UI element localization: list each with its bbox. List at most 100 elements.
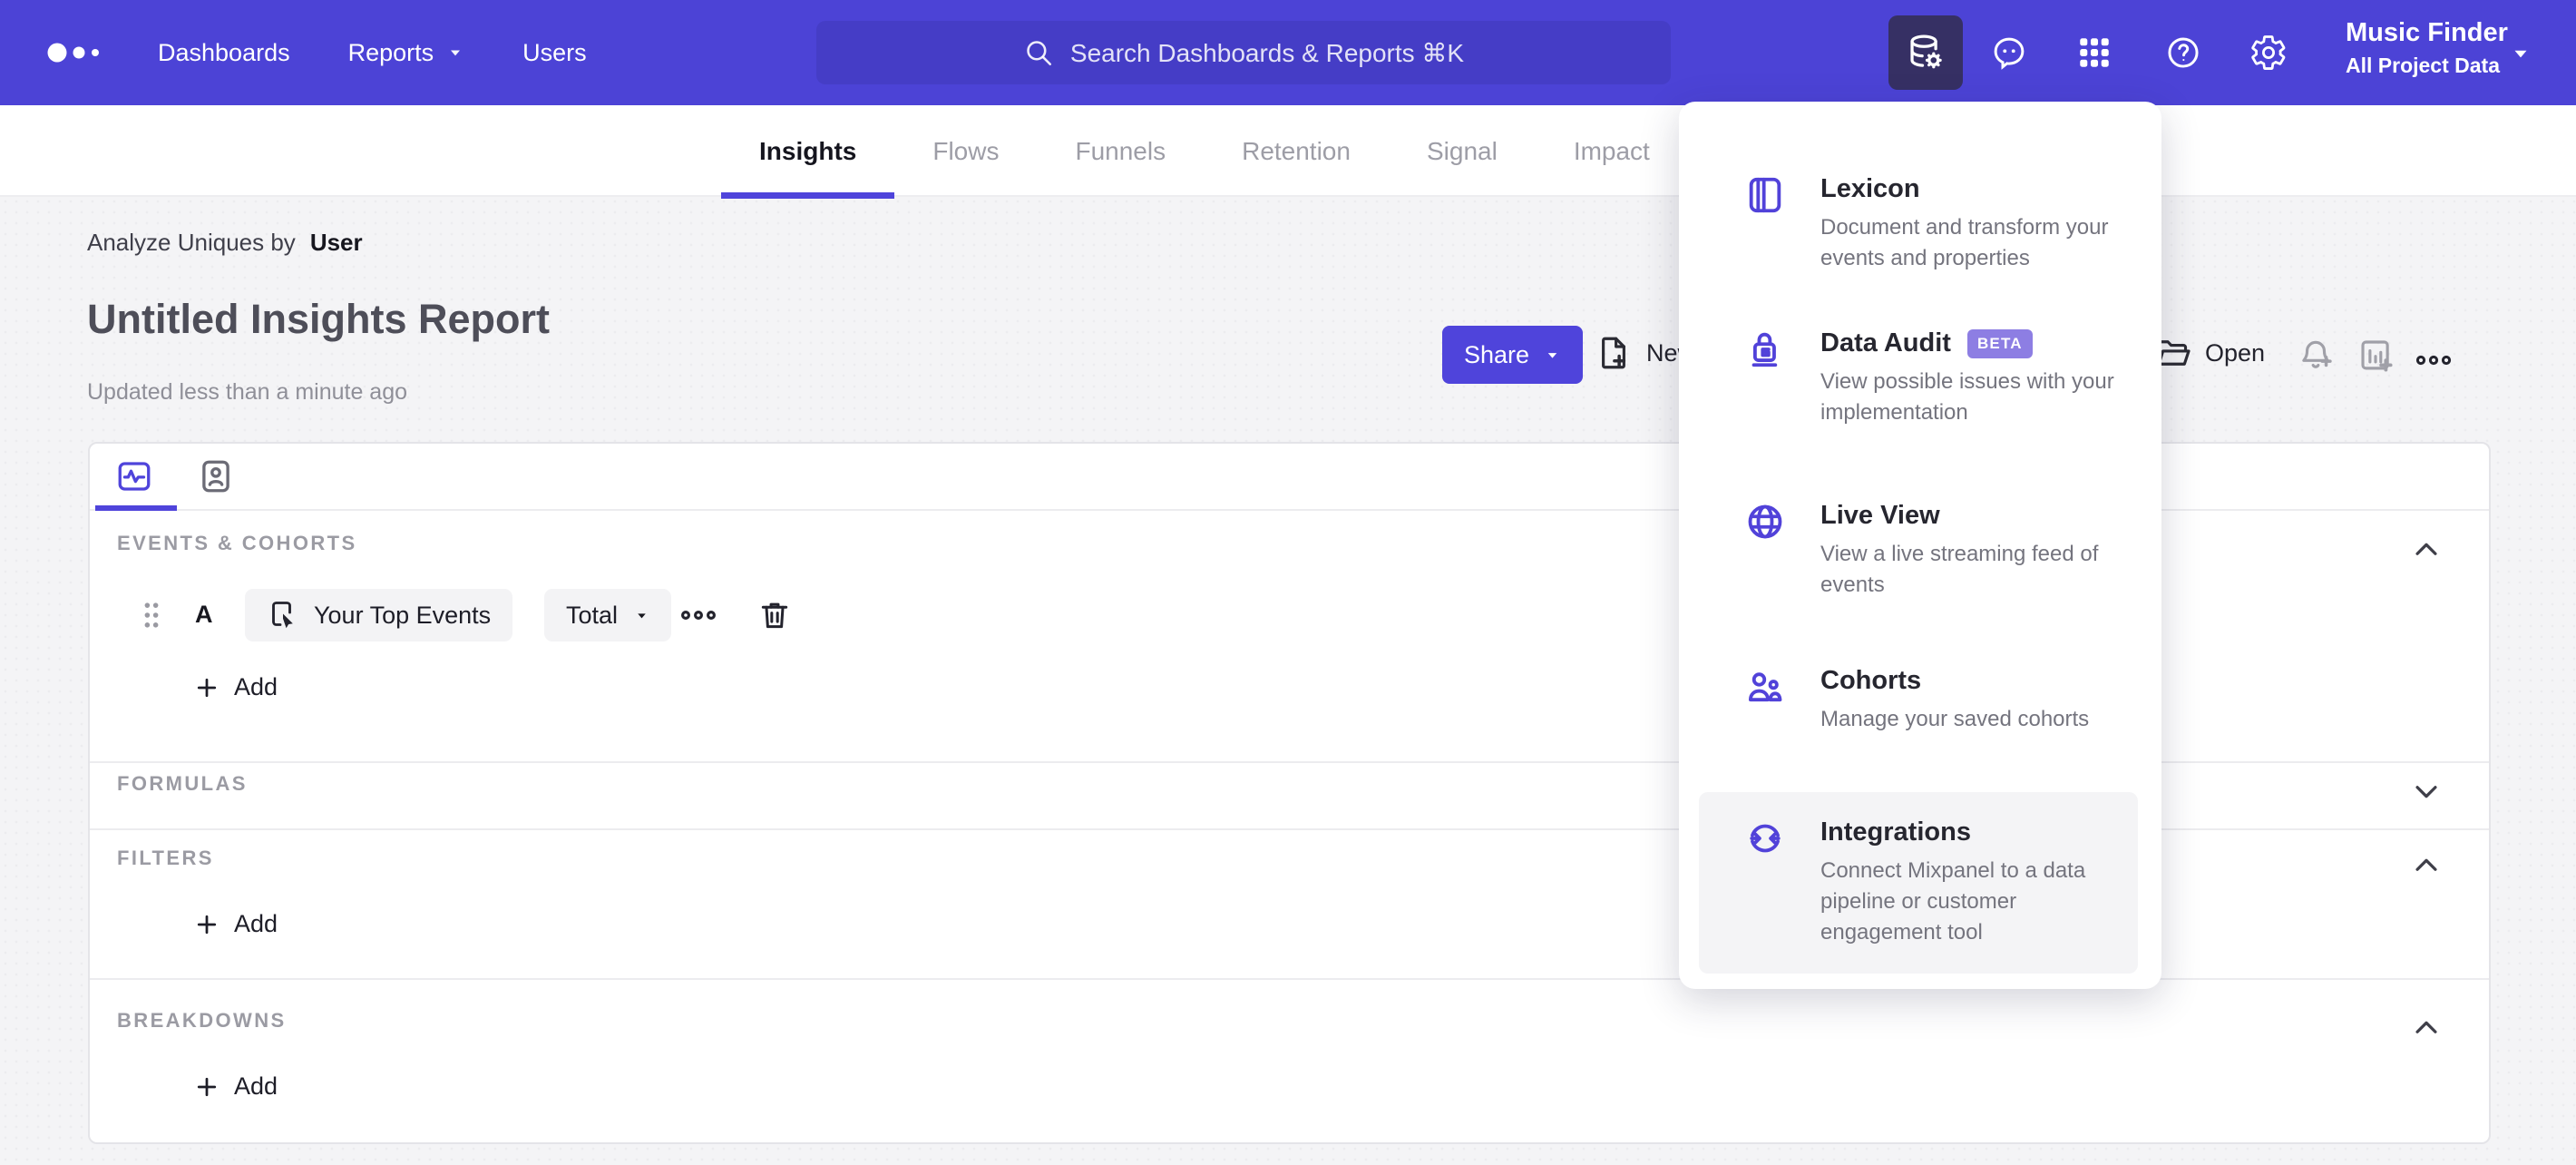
menu-item-data-audit[interactable]: Data Audit BETA View possible issues wit… xyxy=(1699,303,2138,454)
menu-item-description: Connect Mixpanel to a data pipeline or c… xyxy=(1820,858,2086,945)
menu-item-live-view[interactable]: Live View View a live streaming feed of … xyxy=(1699,475,2138,626)
active-tab-underline xyxy=(95,505,177,511)
share-button[interactable]: Share xyxy=(1442,326,1584,384)
new-document-icon xyxy=(1602,337,1626,369)
analyze-prefix: Analyze Uniques by xyxy=(87,229,296,256)
metric-selector-label: Total xyxy=(566,601,619,629)
chevron-down-icon xyxy=(451,50,461,56)
add-chart-icon[interactable] xyxy=(2356,336,2395,374)
tab-insights-label: Insights xyxy=(759,136,857,165)
expand-formulas-chevron-down-icon[interactable] xyxy=(2411,776,2442,807)
data-management-button[interactable] xyxy=(1888,15,1963,90)
plus-icon xyxy=(197,1077,217,1096)
more-options-icon[interactable] xyxy=(2415,341,2453,379)
tab-flows-label: Flows xyxy=(932,136,1000,165)
settings-gear-icon[interactable] xyxy=(2249,34,2288,72)
add-alert-bell-icon[interactable] xyxy=(2297,336,2335,374)
search-placeholder: Search Dashboards & Reports ⌘K xyxy=(1069,38,1465,67)
live-view-globe-icon xyxy=(1748,504,1782,539)
tab-impact-label: Impact xyxy=(1573,136,1650,165)
nav-dashboards[interactable]: Dashboards xyxy=(158,39,290,67)
share-label: Share xyxy=(1464,340,1530,368)
plus-icon xyxy=(197,678,217,697)
nav-reports-label: Reports xyxy=(347,38,434,66)
chevron-down-icon xyxy=(638,612,646,618)
open-label: Open xyxy=(2205,338,2266,367)
tab-flows[interactable]: Flows xyxy=(894,105,1037,197)
add-filter-label: Add xyxy=(234,910,278,937)
section-label-breakdowns: BREAKDOWNS xyxy=(117,1009,287,1032)
data-management-dropdown: Lexicon Document and transform your even… xyxy=(1679,102,2161,989)
menu-item-title: Live View xyxy=(1820,501,1940,530)
tab-retention-label: Retention xyxy=(1242,136,1351,165)
metric-selector[interactable]: Total xyxy=(544,589,672,641)
event-card-cursor-icon xyxy=(272,602,293,629)
event-row-letter: A xyxy=(195,601,213,628)
menu-item-description: View a live streaming feed of events xyxy=(1820,542,2099,598)
collapse-filters-chevron-up-icon[interactable] xyxy=(2411,850,2442,881)
user-profiles-tab-icon[interactable] xyxy=(197,457,235,495)
collapse-breakdowns-chevron-up-icon[interactable] xyxy=(2411,1013,2442,1043)
menu-item-title: Integrations xyxy=(1820,817,1971,847)
top-header: Dashboards Reports Users Search Dashboar… xyxy=(0,0,2576,105)
feedback-icon[interactable] xyxy=(1990,34,2028,72)
nav-users[interactable]: Users xyxy=(522,39,587,67)
main-nav: Dashboards Reports Users xyxy=(158,39,587,67)
search-icon xyxy=(1027,41,1051,66)
mixpanel-logo-icon[interactable] xyxy=(47,39,111,66)
nav-users-label: Users xyxy=(522,38,587,66)
collapse-events-chevron-up-icon[interactable] xyxy=(2411,534,2442,565)
project-switcher[interactable]: Music Finder All Project Data xyxy=(2346,18,2508,78)
help-icon[interactable] xyxy=(2164,34,2202,72)
database-gear-icon xyxy=(1910,34,1942,69)
add-breakdown-button[interactable]: Add xyxy=(193,1072,278,1101)
apps-grid-icon[interactable] xyxy=(2075,34,2113,72)
updated-timestamp: Updated less than a minute ago xyxy=(87,379,408,405)
menu-item-title: Cohorts xyxy=(1820,666,1922,695)
menu-item-title: Data Audit xyxy=(1820,328,1951,357)
add-breakdown-label: Add xyxy=(234,1072,278,1100)
chevron-down-icon xyxy=(2514,50,2527,58)
tab-signal-label: Signal xyxy=(1426,136,1498,165)
menu-item-title: Lexicon xyxy=(1820,174,1920,203)
menu-item-description: Document and transform your events and p… xyxy=(1820,215,2109,271)
project-name: Music Finder xyxy=(2346,18,2508,47)
add-filter-button[interactable]: Add xyxy=(193,910,278,938)
integrations-sync-icon xyxy=(1750,824,1781,853)
tab-funnels-label: Funnels xyxy=(1075,136,1166,165)
chevron-down-icon xyxy=(1547,352,1557,358)
tab-funnels[interactable]: Funnels xyxy=(1037,105,1204,197)
nav-reports[interactable]: Reports xyxy=(348,39,465,67)
menu-item-description: Manage your saved cohorts xyxy=(1820,707,2090,731)
menu-item-integrations[interactable]: Integrations Connect Mixpanel to a data … xyxy=(1699,792,2138,974)
report-type-tabbar: Insights Flows Funnels Retention Signal … xyxy=(0,105,2576,199)
menu-item-description: View possible issues with your implement… xyxy=(1820,369,2114,426)
menu-item-cohorts[interactable]: Cohorts Manage your saved cohorts xyxy=(1699,641,2138,760)
search-input[interactable]: Search Dashboards & Reports ⌘K xyxy=(816,21,1671,84)
event-selector-label: Your Top Events xyxy=(314,601,492,629)
mixpanel-insights-page: { "colors": { "header_bg": "#4c43d6", "a… xyxy=(0,0,2576,1165)
cohorts-people-icon xyxy=(1748,672,1782,702)
section-label-filters: FILTERS xyxy=(117,847,214,869)
drag-handle-icon[interactable] xyxy=(141,600,161,631)
analyze-value-dropdown[interactable]: User xyxy=(310,229,363,256)
event-selector[interactable]: Your Top Events xyxy=(245,589,513,641)
report-title[interactable]: Untitled Insights Report xyxy=(87,296,550,343)
menu-item-lexicon[interactable]: Lexicon Document and transform your even… xyxy=(1699,149,2138,299)
event-row-more-icon[interactable] xyxy=(679,604,717,626)
section-label-events: EVENTS & COHORTS xyxy=(117,532,357,554)
section-label-formulas: FORMULAS xyxy=(117,772,248,795)
open-report-button[interactable]: Open xyxy=(2153,334,2265,372)
tab-insights[interactable]: Insights xyxy=(721,105,895,199)
add-event-label: Add xyxy=(234,673,278,700)
plus-icon xyxy=(197,915,217,934)
delete-event-trash-icon[interactable] xyxy=(757,598,792,632)
tab-impact[interactable]: Impact xyxy=(1536,105,1688,197)
events-metrics-tab-icon[interactable] xyxy=(115,457,153,495)
lexicon-book-icon xyxy=(1749,177,1781,213)
tab-signal[interactable]: Signal xyxy=(1389,105,1536,197)
add-event-button[interactable]: Add xyxy=(193,673,278,701)
analyze-line: Analyze Uniques by User xyxy=(87,229,363,257)
tab-retention[interactable]: Retention xyxy=(1204,105,1389,197)
nav-dashboards-label: Dashboards xyxy=(158,38,290,66)
